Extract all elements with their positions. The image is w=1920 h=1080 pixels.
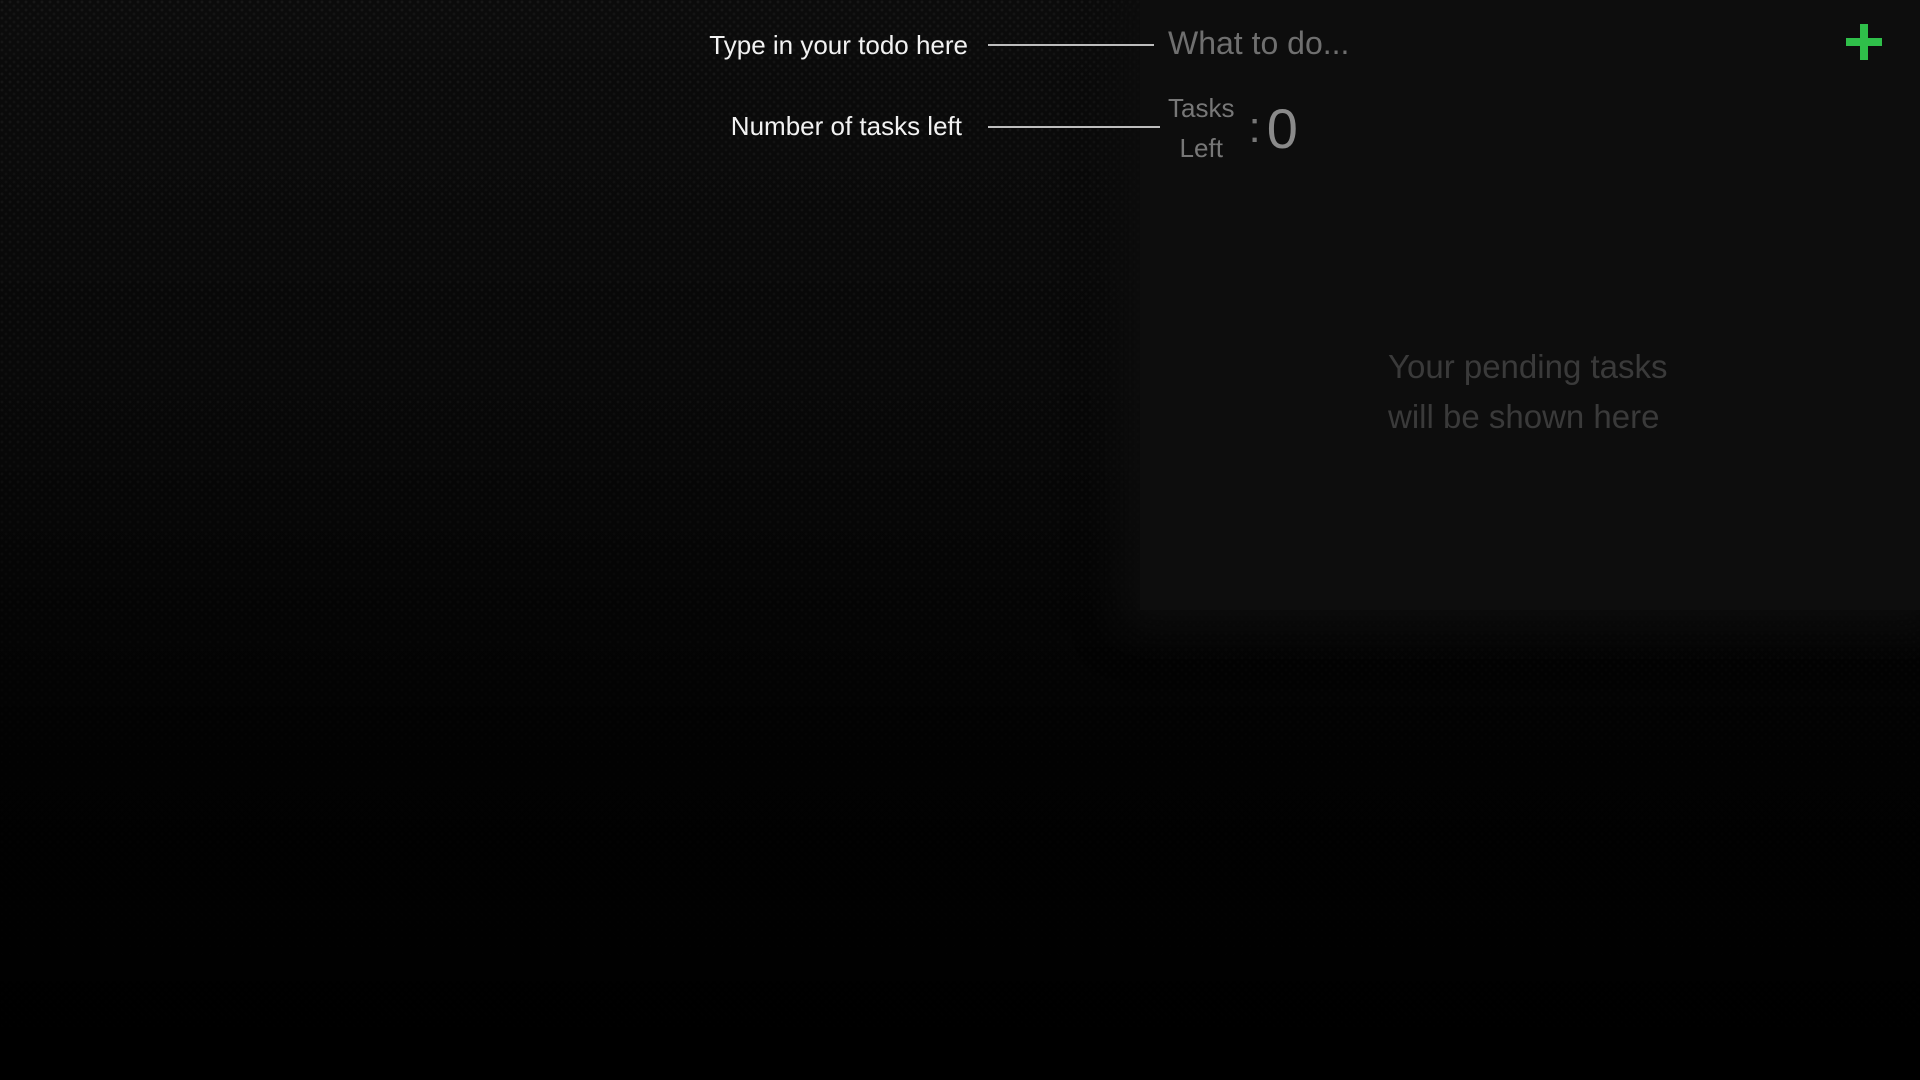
- empty-message-line1: Your pending tasks: [1388, 348, 1668, 385]
- empty-task-list-message: Your pending tasks will be shown here: [1388, 342, 1668, 442]
- annotation-input-hint: Type in your todo here: [709, 30, 968, 60]
- tasks-left-label-line2: Left: [1179, 133, 1223, 163]
- tasks-left-label-line1: Tasks: [1168, 93, 1235, 123]
- plus-icon: [1846, 24, 1882, 60]
- add-task-button[interactable]: [1840, 18, 1888, 66]
- annotation-input-line: [988, 44, 1154, 46]
- tasks-left-label: Tasks Left: [1168, 88, 1234, 168]
- tasks-left-count: 0: [1266, 96, 1298, 160]
- annotation-count-hint: Number of tasks left: [730, 111, 962, 141]
- todo-input[interactable]: [1168, 18, 1808, 68]
- empty-message-line2: will be shown here: [1388, 398, 1660, 435]
- tasks-left-counter: Tasks Left : 0: [1168, 88, 1298, 168]
- annotation-count-line: [988, 126, 1160, 128]
- tasks-left-separator: :: [1248, 103, 1261, 152]
- app-screen: Type in your todo here Number of tasks l…: [0, 0, 1920, 1080]
